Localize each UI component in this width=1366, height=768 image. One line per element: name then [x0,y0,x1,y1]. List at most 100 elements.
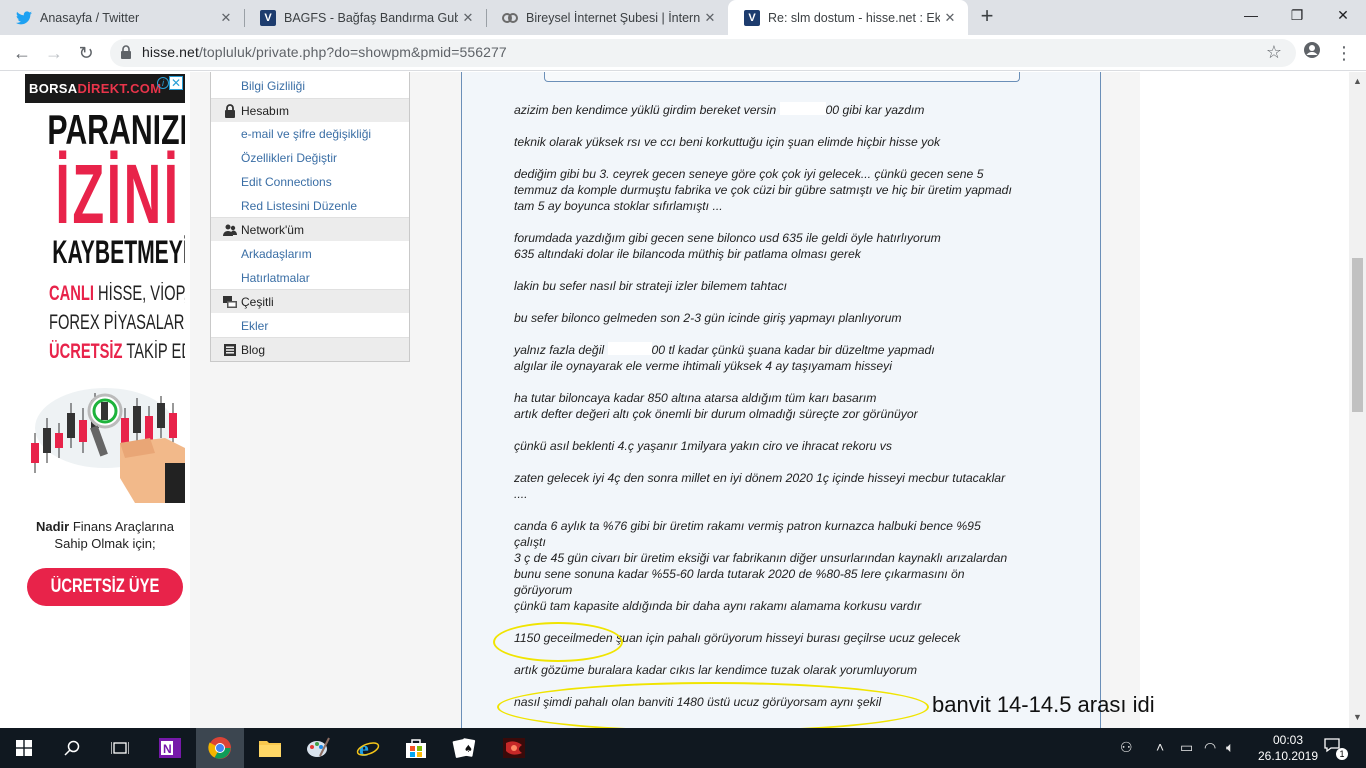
message-line: temmuz da komple durmuştu fabrika ve çok… [514,183,1012,197]
tab-title: Bireysel İnternet Şubesi | İnternet [526,10,700,25]
onenote-icon[interactable]: N [146,728,194,768]
message-line: ha tutar biloncaya kadar 850 altına atar… [514,391,877,405]
volume-icon[interactable]: 🔈︎ [1226,739,1234,756]
chrome-icon[interactable] [196,728,244,768]
redaction-mask [779,102,826,115]
start-icon[interactable] [0,728,48,768]
close-window-icon[interactable]: ✕ [1320,0,1366,32]
user-cp-sidebar: Bilgi Gizliliği Hesabım e-mail ve şifre … [210,72,410,362]
wifi-icon[interactable]: ◠ [1204,739,1216,756]
message-line: forumdada yazdığım gibi gecen sene bilon… [514,231,941,245]
sidebar-header-label: Blog [241,343,266,357]
message-line: çalıştı [514,535,546,549]
message-line: bu sefer bilonco gelmeden son 2-3 gün ic… [514,311,902,325]
forward-arrow-icon[interactable]: → [40,39,68,67]
sidebar-item-attachments[interactable]: Ekler [211,314,409,338]
svg-text:N: N [163,742,172,756]
address-bar[interactable]: hisse.net/topluluk/private.php?do=showpm… [110,39,1296,67]
message-line: algılar ile oynayarak ele verme ihtimali… [514,359,892,373]
tab-twitter[interactable]: Anasayfa / Twitter ✕ [0,0,244,35]
browser-toolbar: ← → ↻ hisse.net/topluluk/private.php?do=… [0,35,1366,71]
users-icon [223,224,237,236]
menu-dots-icon[interactable]: ⋮ [1330,39,1358,67]
scroll-thumb[interactable] [1352,258,1363,412]
reload-icon[interactable]: ↻ [72,39,100,67]
bank-icon [502,10,518,26]
tab-title: Anasayfa / Twitter [40,10,140,25]
restore-icon[interactable]: ❐ [1274,0,1320,32]
internet-explorer-icon[interactable]: e [344,728,392,768]
search-icon[interactable] [48,728,96,768]
new-tab-button[interactable]: + [976,5,998,28]
ad-copy-line: ÜCRETSİZ TAKİP EDİN. [49,340,185,363]
borsadirekt-ad-banner[interactable]: BORSADİREKT.COM i ✕ PARANIZIN İZİNİ KAYB… [25,74,185,674]
highlight-ellipse [497,682,929,728]
url-text[interactable]: hisse.net/topluluk/private.php?do=showpm… [142,44,507,60]
bookmark-star-icon[interactable]: ☆ [1266,42,1282,63]
message-line: 635 altındaki dolar ile bilancoda müthiş… [514,247,861,261]
sidebar-item-privacy[interactable]: Bilgi Gizliliği [211,74,409,98]
minimize-icon[interactable]: — [1228,0,1274,32]
sidebar-item-reminders[interactable]: Hatırlatmalar [211,266,409,290]
message-line: 3 ç de 45 gün civarı bir üretim eksiği v… [514,551,1008,565]
lock-icon [121,45,131,59]
hisse-net-icon: V [260,9,276,26]
ad-signup-button[interactable]: ÜCRETSİZ ÜYE OL! [27,568,183,635]
back-arrow-icon[interactable]: ← [8,39,36,67]
blog-icon [224,344,236,356]
message-line: canda 6 aylık ta %76 gibi bir üretim rak… [514,519,981,533]
task-view-icon[interactable] [96,728,144,768]
chevron-up-icon[interactable]: ˄ [1156,739,1164,755]
message-line: artık defter değeri altı çok önemli bir … [514,407,918,421]
hisse-net-icon: V [744,9,760,26]
sidebar-header-label: Network'üm [241,223,304,237]
highlight-ellipse [493,622,623,662]
file-explorer-icon[interactable] [246,728,294,768]
tab-bank[interactable]: Bireysel İnternet Şubesi | İnternet ✕ [486,0,728,35]
message-line: zaten gelecek iyi 4ç den sonra millet en… [514,471,1006,485]
battery-icon[interactable]: ▭ [1180,739,1193,756]
sidebar-item-email-password[interactable]: e-mail ve şifre değişikliği [211,122,409,146]
sidebar-item-edit-options[interactable]: Özellikleri Değiştir [211,146,409,170]
sidebar-header-account: Hesabım [211,98,409,122]
page-scrollbar[interactable]: ▲ ▼ [1349,72,1366,728]
message-line: azizim ben kendimce yüklü girdim bereket… [514,102,925,117]
close-tab-icon[interactable]: ✕ [700,10,720,26]
notification-count-badge: 1 [1336,748,1348,760]
sidebar-item-ignore-list[interactable]: Red Listesini Düzenle [211,194,409,218]
ad-copy-small: Sahip Olmak için; [54,536,156,551]
message-line: artık gözüme buralara kadar cıkıs lar ke… [514,663,918,677]
tab-bagfs[interactable]: V BAGFS - Bağfaş Bandırma Gubre ✕ [244,0,486,35]
ad-close-icon[interactable]: ✕ [169,76,183,90]
ad-headline-big: İZİNİ [55,147,181,241]
message-line: çünkü tam kapasite aldığında bir daha ay… [514,599,922,613]
scroll-up-arrow-icon[interactable]: ▲ [1353,76,1362,86]
message-line: lakin bu sefer nasıl bir strateji izler … [514,279,787,293]
clock-date[interactable]: 26.10.2019 [1250,749,1326,763]
close-tab-icon[interactable]: ✕ [458,10,478,26]
ad-info-icon[interactable]: i [157,77,169,89]
redaction-mask [607,342,652,355]
profile-icon[interactable] [1298,39,1326,67]
ad-copy-line: FOREX PİYASALARINI [49,311,185,334]
ad-copy-small: Nadir Finans Araçlarına [35,519,174,534]
sidebar-header-misc: Çeşitli [211,289,409,313]
close-tab-icon[interactable]: ✕ [940,10,960,26]
sidebar-item-edit-connections[interactable]: Edit Connections [211,170,409,194]
sidebar-item-friends[interactable]: Arkadaşlarım [211,242,409,266]
clock-time[interactable]: 00:03 [1258,733,1318,747]
solitaire-icon[interactable]: ♠ [440,728,488,768]
close-tab-icon[interactable]: ✕ [216,10,236,26]
sidebar-header-blog[interactable]: Blog [211,337,409,361]
tab-hisse-net-message[interactable]: V Re: slm dostum - hisse.net : Ekon ✕ [728,0,968,35]
sidebar-header-label: Çeşitli [241,295,274,309]
game-icon[interactable] [490,728,538,768]
sidebar-header-network: Network'üm [211,217,409,241]
message-line: görüyorum [514,583,573,597]
store-icon[interactable] [392,728,440,768]
message-line: yalnız fazla değil 00 tl kadar çünkü şua… [514,342,935,357]
message-line: dediğim gibi bu 3. ceyrek gecen seneye g… [514,167,984,181]
paint-icon[interactable] [294,728,342,768]
scroll-down-arrow-icon[interactable]: ▼ [1353,712,1362,722]
people-icon[interactable]: ⚇ [1120,739,1133,756]
